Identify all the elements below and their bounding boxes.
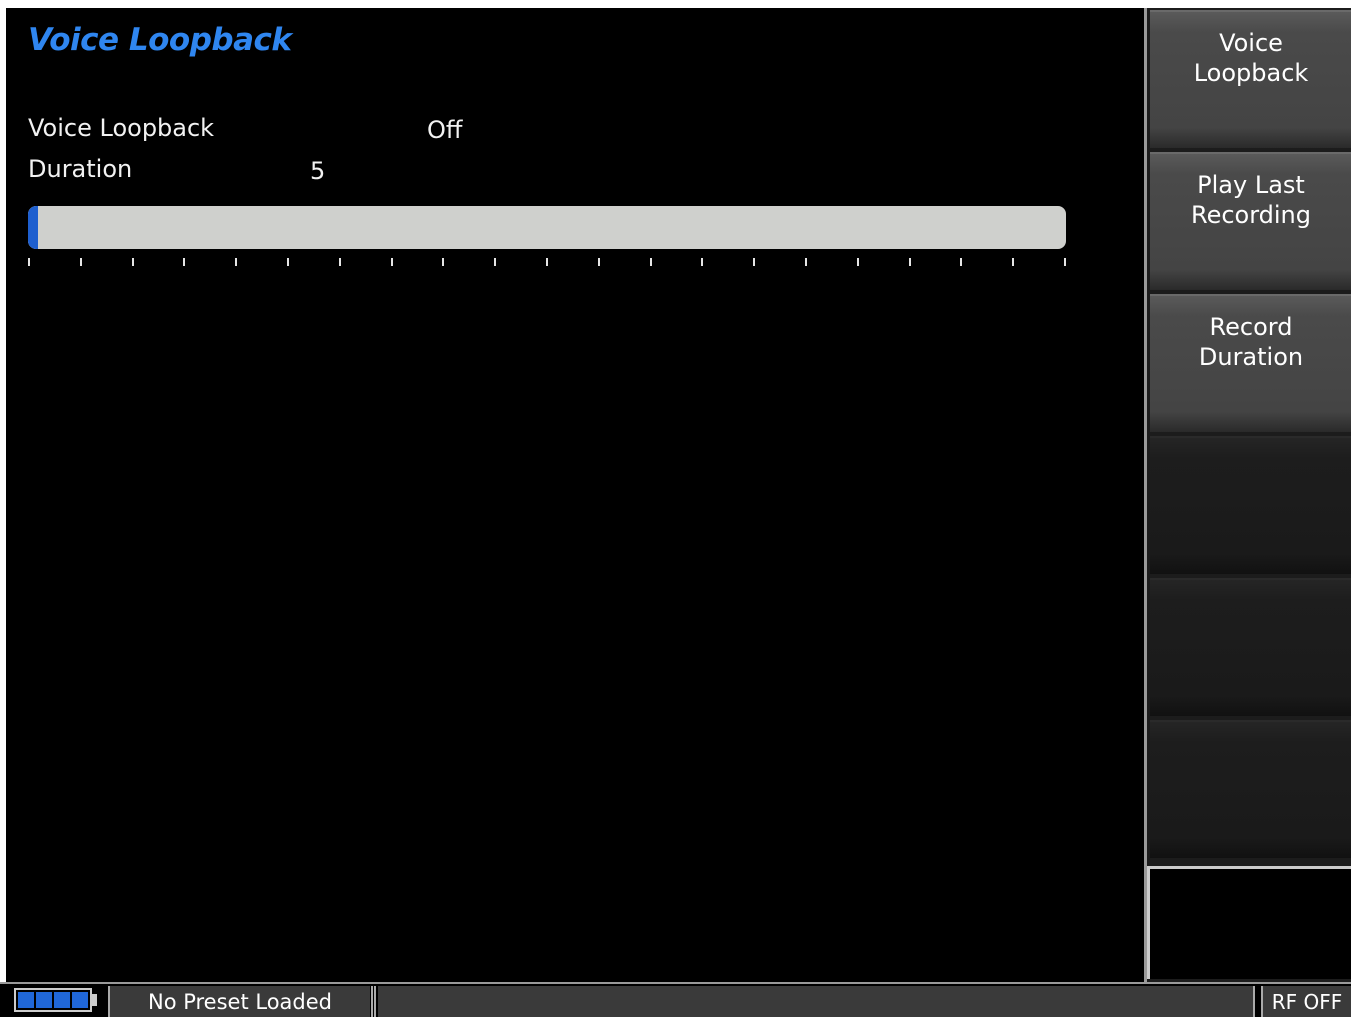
status-bar: No Preset Loaded RF OFF bbox=[0, 982, 1351, 1017]
progress-tick bbox=[235, 258, 238, 266]
softkey-record-duration[interactable]: Record Duration bbox=[1150, 294, 1351, 432]
duration-value: 5 bbox=[310, 157, 326, 185]
duration-label: Duration bbox=[28, 155, 133, 183]
progress-tick bbox=[753, 258, 756, 266]
rf-status: RF OFF bbox=[1263, 986, 1351, 1017]
progress-tick bbox=[546, 258, 548, 266]
battery-cell bbox=[72, 992, 88, 1008]
progress-tick bbox=[131, 258, 134, 266]
softkey-voice-loopback-label: Voice Loopback bbox=[1193, 29, 1309, 87]
top-frame bbox=[0, 0, 1351, 8]
battery-icon bbox=[14, 988, 92, 1012]
progress-tick bbox=[597, 258, 600, 266]
progress-tick-scale bbox=[28, 258, 1066, 268]
softkey-voice-loopback[interactable]: Voice Loopback bbox=[1150, 10, 1351, 148]
status-divider bbox=[1253, 986, 1263, 1017]
progress-tick bbox=[338, 258, 341, 266]
progress-tick bbox=[287, 258, 289, 266]
progress-tick bbox=[805, 258, 807, 266]
progress-tick bbox=[908, 258, 911, 266]
softkey-5[interactable] bbox=[1150, 578, 1351, 716]
softkey-panel: Voice Loopback Play Last Recording Recor… bbox=[1144, 8, 1351, 982]
softkey-play-last-recording-label: Play Last Recording bbox=[1190, 171, 1312, 229]
voice-loopback-label: Voice Loopback bbox=[28, 114, 215, 142]
progress-tick bbox=[28, 258, 30, 266]
softkey-6[interactable] bbox=[1150, 720, 1351, 858]
progress-tick bbox=[390, 258, 393, 266]
progress-tick bbox=[649, 258, 652, 266]
duration-progress-bar bbox=[28, 206, 1066, 249]
battery-cell bbox=[18, 992, 34, 1008]
progress-tick bbox=[442, 258, 445, 266]
status-message bbox=[378, 986, 1253, 1017]
preset-status: No Preset Loaded bbox=[108, 986, 370, 1017]
progress-tick bbox=[960, 258, 963, 266]
softkey-4[interactable] bbox=[1150, 436, 1351, 574]
progress-tick bbox=[1064, 258, 1066, 266]
progress-tick bbox=[79, 258, 82, 266]
status-divider bbox=[371, 986, 376, 1017]
battery-cell bbox=[36, 992, 52, 1008]
progress-tick bbox=[1012, 258, 1015, 266]
progress-tick bbox=[183, 258, 186, 266]
battery-tip-icon bbox=[92, 994, 97, 1006]
battery-cell bbox=[54, 992, 70, 1008]
page-title: Voice Loopback bbox=[28, 22, 292, 58]
duration-progress-fill bbox=[28, 206, 39, 249]
progress-tick bbox=[856, 258, 859, 266]
voice-loopback-value: Off bbox=[427, 116, 463, 144]
info-box bbox=[1147, 866, 1351, 979]
main-panel: Voice Loopback Voice Loopback Off Durati… bbox=[6, 8, 1144, 982]
softkey-record-duration-label: Record Duration bbox=[1198, 313, 1304, 371]
progress-tick bbox=[494, 258, 497, 266]
softkey-play-last-recording[interactable]: Play Last Recording bbox=[1150, 152, 1351, 290]
progress-tick bbox=[701, 258, 704, 266]
